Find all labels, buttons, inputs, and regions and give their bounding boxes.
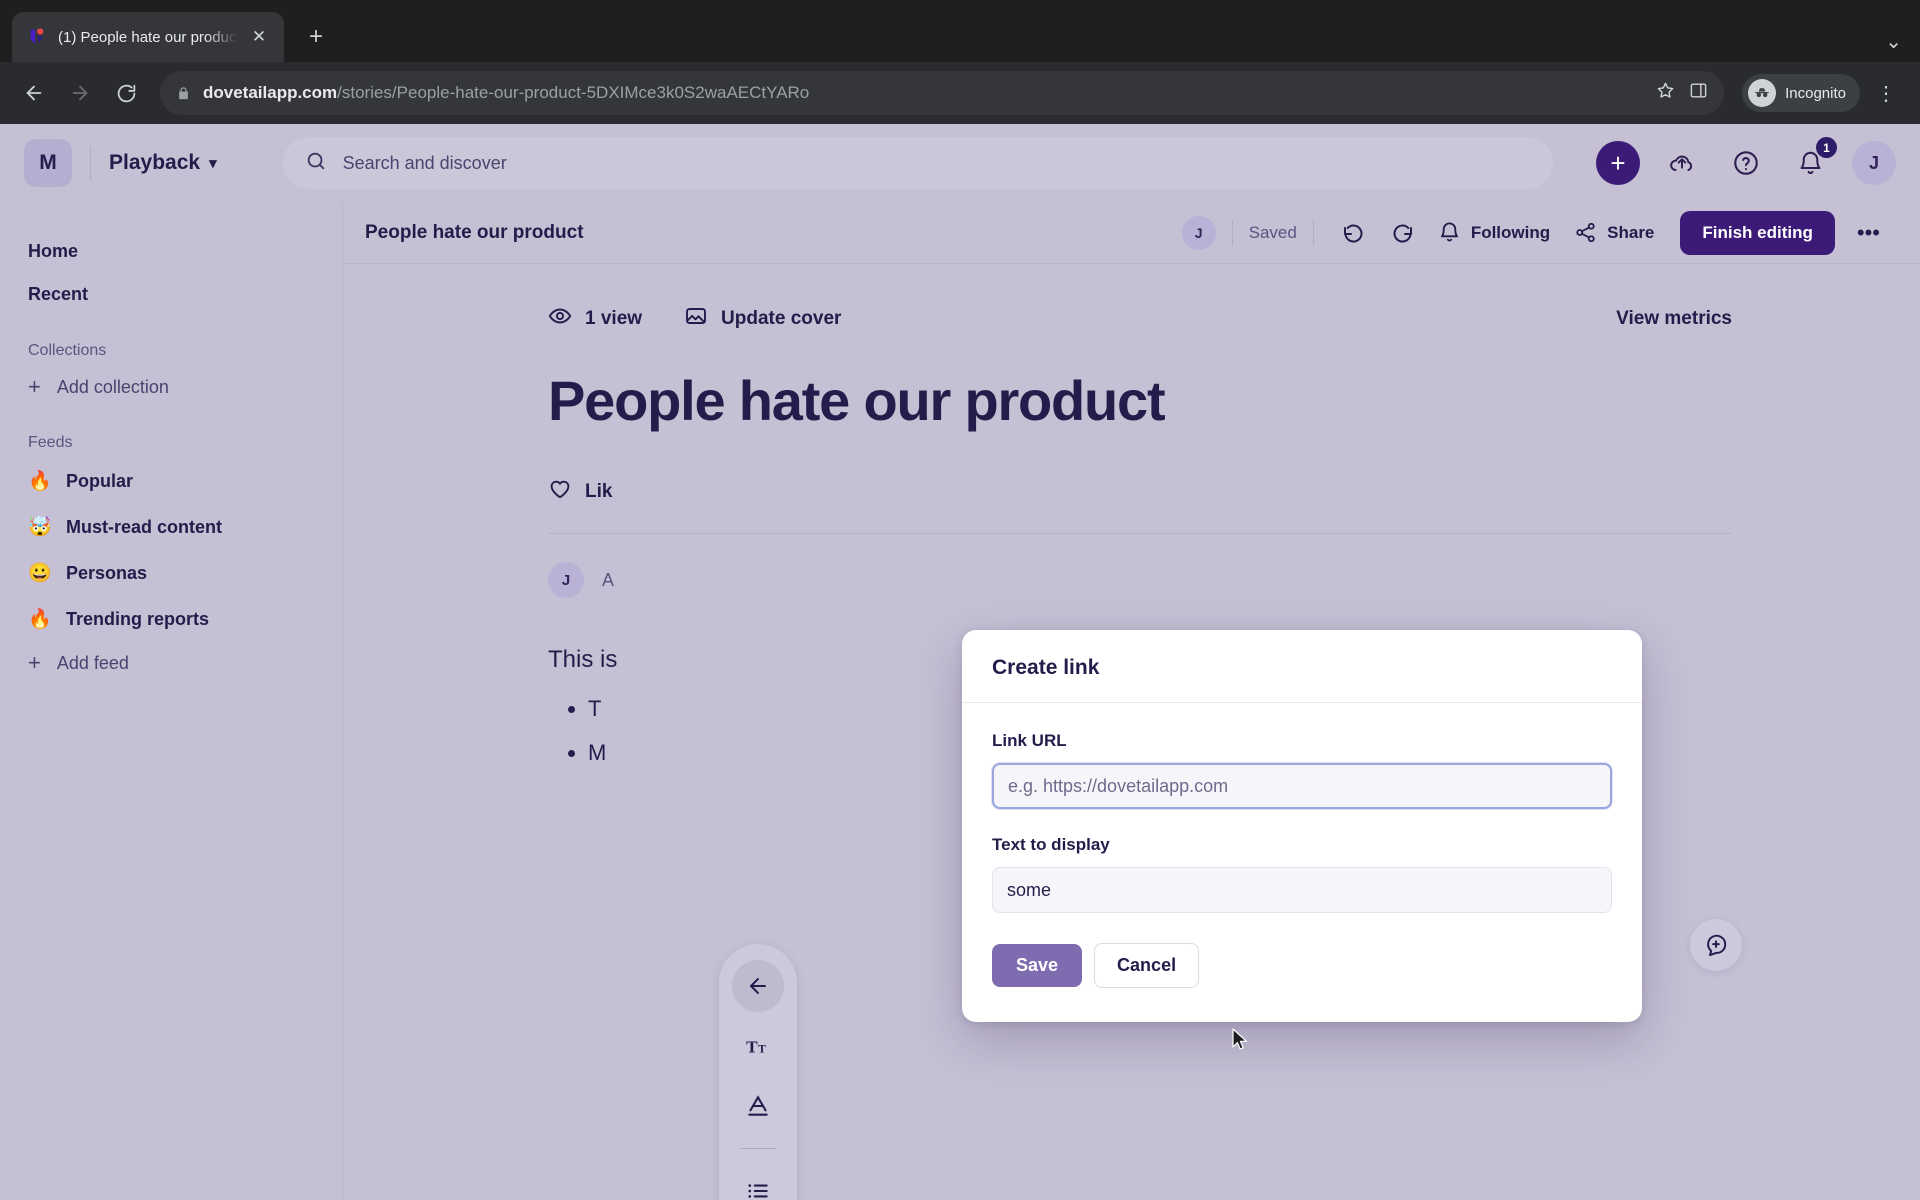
reload-icon[interactable] (106, 73, 146, 113)
add-collection-button[interactable]: + Add collection (0, 366, 342, 408)
forward-arrow-icon (60, 73, 100, 113)
create-button[interactable]: + (1596, 141, 1640, 185)
notifications-button[interactable]: 1 (1788, 137, 1837, 185)
avatar[interactable]: J (1852, 141, 1896, 185)
browser-tab[interactable]: (1) People hate our product – D ✕ (12, 12, 284, 62)
incognito-indicator[interactable]: Incognito (1742, 74, 1860, 112)
app-bar-actions: + 1 J (1596, 137, 1896, 185)
save-button[interactable]: Save (992, 944, 1083, 987)
fire-icon: 🔥 (28, 609, 52, 630)
star-icon[interactable] (1656, 81, 1675, 105)
side-panel-icon[interactable] (1689, 81, 1708, 105)
add-feed-button[interactable]: + Add feed (0, 642, 342, 684)
search-placeholder: Search and discover (342, 152, 507, 173)
incognito-label: Incognito (1785, 84, 1846, 102)
notification-badge: 1 (1816, 137, 1837, 158)
sidebar: Home Recent Collections + Add collection… (0, 202, 342, 1200)
back-arrow-icon[interactable] (14, 73, 54, 113)
dialog-actions: Save Cancel (962, 913, 1642, 1022)
link-url-input[interactable] (992, 763, 1612, 809)
tab-title: (1) People hate our product – D (58, 28, 238, 46)
add-feed-label: Add feed (56, 652, 129, 673)
smiley-icon: 😀 (28, 563, 52, 584)
sidebar-item-label: Trending reports (66, 608, 210, 629)
omnibox-icons (1656, 81, 1708, 105)
url-host: dovetailapp.com (203, 83, 338, 102)
main-content: People hate our product J Saved Followin… (342, 202, 1920, 1200)
incognito-icon (1748, 79, 1777, 107)
fire-icon: 🔥 (28, 471, 52, 492)
cancel-button[interactable]: Cancel (1094, 943, 1200, 988)
url-text: dovetailapp.com/stories/People-hate-our-… (203, 83, 809, 103)
link-url-label: Link URL (992, 731, 1067, 750)
body-row: Home Recent Collections + Add collection… (0, 202, 1920, 1200)
sidebar-heading-collections: Collections (28, 342, 107, 359)
sidebar-item-label: Home (28, 241, 79, 261)
browser-window: (1) People hate our product – D ✕ + ⌄ do… (0, 0, 1920, 1200)
sidebar-item-personas[interactable]: 😀 Personas (0, 550, 342, 596)
text-to-display-label: Text to display (992, 835, 1110, 854)
tabstrip-right: ⌄ (1885, 29, 1920, 62)
org-badge[interactable]: M (24, 139, 72, 187)
sidebar-item-must-read-content[interactable]: 🤯 Must-read content (0, 504, 342, 550)
sidebar-item-trending-reports[interactable]: 🔥 Trending reports (0, 596, 342, 642)
sidebar-item-home[interactable]: Home (0, 230, 342, 273)
help-circle-icon[interactable] (1724, 141, 1768, 185)
close-icon[interactable]: ✕ (248, 26, 270, 48)
create-link-dialog: Create link Link URL Text to display Sav… (962, 630, 1642, 1022)
app-root: M Playback ▾ Search and discover + 1 J H… (0, 124, 1920, 1200)
tab-strip: (1) People hate our product – D ✕ + ⌄ (0, 0, 1920, 62)
dialog-header: Create link (962, 630, 1642, 703)
plus-icon: + (28, 374, 41, 399)
upload-cloud-icon[interactable] (1660, 141, 1704, 185)
search-input[interactable]: Search and discover (282, 137, 1553, 189)
dialog-title: Create link (992, 656, 1100, 679)
divider (90, 146, 91, 180)
plus-icon: + (28, 650, 41, 675)
exploding-head-icon: 🤯 (28, 517, 52, 538)
url-path: /stories/People-hate-our-product-5DXIMce… (337, 83, 810, 102)
app-top-bar: M Playback ▾ Search and discover + 1 J (0, 124, 1920, 202)
sidebar-item-label: Must-read content (66, 516, 223, 537)
add-collection-label: Add collection (56, 376, 169, 397)
sidebar-item-label: Popular (66, 470, 134, 491)
sidebar-item-recent[interactable]: Recent (0, 273, 342, 316)
lock-icon (176, 86, 191, 101)
sidebar-heading-feeds: Feeds (28, 434, 73, 451)
sidebar-item-label: Recent (28, 284, 89, 304)
dovetail-favicon (26, 26, 48, 48)
chevron-down-icon[interactable]: ⌄ (1885, 29, 1902, 54)
address-bar[interactable]: dovetailapp.com/stories/People-hate-our-… (160, 71, 1725, 115)
new-tab-button[interactable]: + (296, 17, 336, 57)
three-dot-menu-icon[interactable]: ⋮ (1866, 81, 1906, 106)
workspace-name: Playback (109, 151, 201, 174)
chevron-down-icon: ▾ (209, 155, 217, 172)
search-icon (305, 150, 327, 177)
workspace-switcher[interactable]: Playback ▾ (109, 151, 217, 175)
dialog-body: Link URL Text to display (962, 703, 1642, 913)
omnibox-row: dovetailapp.com/stories/People-hate-our-… (0, 62, 1920, 124)
sidebar-item-popular[interactable]: 🔥 Popular (0, 458, 342, 504)
text-to-display-input[interactable] (992, 867, 1612, 913)
sidebar-item-label: Personas (66, 562, 148, 583)
